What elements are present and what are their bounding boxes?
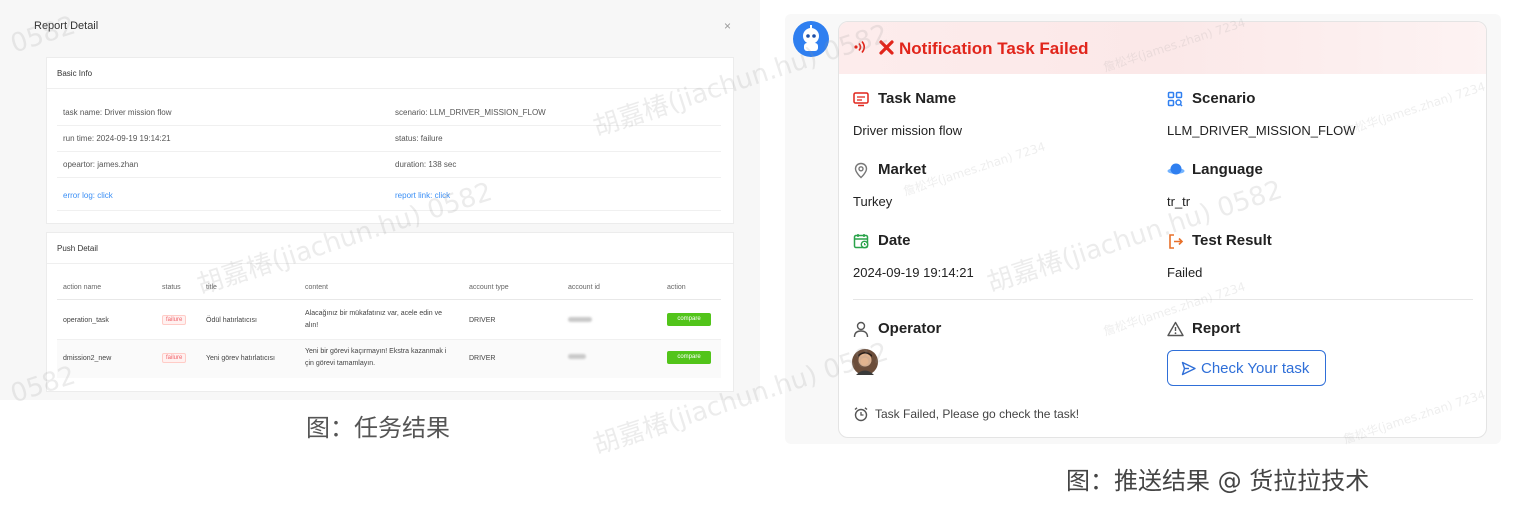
account-type-cell: DRIVER xyxy=(469,355,496,362)
task-name-label: Task Name xyxy=(878,90,957,107)
account-type-cell: DRIVER xyxy=(469,317,496,324)
compare-button[interactable]: compare xyxy=(667,313,711,326)
date-label: Date xyxy=(878,232,911,249)
left-caption: 图：任务结果 xyxy=(306,414,450,442)
operator-field: opeartor: james.zhan xyxy=(63,160,139,169)
grid-search-icon xyxy=(1167,91,1183,107)
user-icon xyxy=(853,321,869,338)
screenshot-root: Report Detail × Basic Info task name: Dr… xyxy=(0,0,1524,506)
compare-button[interactable]: compare xyxy=(667,351,711,364)
error-log-link[interactable]: error log: click xyxy=(63,191,113,200)
column-header: title xyxy=(206,284,217,291)
divider xyxy=(57,151,721,152)
market-value: Turkey xyxy=(853,194,893,209)
task-name-value: Driver mission flow xyxy=(853,123,963,138)
right-caption: 图：推送结果 @ 货拉拉技术 xyxy=(1066,467,1370,495)
scenario-label: Scenario xyxy=(1192,90,1256,107)
status-field: status: failure xyxy=(395,134,443,143)
language-value: tr_tr xyxy=(1167,194,1191,209)
divider xyxy=(57,125,721,126)
report-title: Report Detail xyxy=(34,20,99,32)
test-result-label: Test Result xyxy=(1192,232,1272,249)
section-divider xyxy=(853,299,1473,300)
action-name-cell: dmission2_new xyxy=(63,355,112,362)
scenario-field: scenario: LLM_DRIVER_MISSION_FLOW xyxy=(395,108,546,117)
robot-icon xyxy=(803,25,819,51)
send-icon xyxy=(1181,361,1196,376)
title-cell: Yeni görev hatırlatıcısı xyxy=(206,355,276,362)
notification-card: Notification Task Failed Task Name Drive… xyxy=(838,21,1487,438)
close-icon[interactable]: × xyxy=(724,19,731,33)
report-detail-panel: Report Detail × Basic Info task name: Dr… xyxy=(0,0,760,400)
content-cell-line2: çin görevi tamamlayın. xyxy=(305,360,376,367)
test-result-value: Failed xyxy=(1167,265,1203,280)
footer-message: Task Failed, Please go check the task! xyxy=(875,407,1080,421)
notification-header: Notification Task Failed xyxy=(839,22,1486,74)
push-detail-header: Push Detail xyxy=(47,233,733,264)
account-id-redacted xyxy=(568,317,592,322)
column-header: status xyxy=(162,284,181,291)
column-header: account type xyxy=(469,284,509,291)
content-cell-line2: alın! xyxy=(305,322,319,329)
duration-field: duration: 138 sec xyxy=(395,160,457,169)
status-badge: failure xyxy=(162,315,187,325)
planet-icon xyxy=(1167,163,1185,175)
account-id-redacted xyxy=(568,354,586,359)
warning-icon xyxy=(1167,321,1184,337)
status-badge: failure xyxy=(162,353,187,363)
alarm-clock-icon xyxy=(854,407,868,422)
run-time-field: run time: 2024-09-19 19:14:21 xyxy=(63,134,171,143)
push-detail-card: Push Detail action name status title con… xyxy=(46,232,734,392)
column-header: account id xyxy=(568,284,600,291)
divider xyxy=(57,210,721,211)
check-task-label: Check Your task xyxy=(1201,360,1310,377)
bot-avatar xyxy=(793,21,829,57)
column-header: action name xyxy=(63,284,102,291)
market-label: Market xyxy=(878,161,927,178)
content-cell-line1: Yeni bir görevi kaçırmayın! Ekstra kazan… xyxy=(305,348,447,355)
report-label: Report xyxy=(1192,320,1241,337)
language-label: Language xyxy=(1192,161,1263,178)
check-task-button[interactable]: Check Your task xyxy=(1167,350,1326,386)
date-value: 2024-09-19 19:14:21 xyxy=(853,265,974,280)
operator-avatar xyxy=(852,349,878,375)
broadcast-icon xyxy=(854,40,866,54)
column-header: action xyxy=(667,284,686,291)
task-name-field: task name: Driver mission flow xyxy=(63,108,172,117)
cross-mark-icon xyxy=(879,40,894,55)
title-cell: Ödül hatırlatıcısı xyxy=(206,317,257,324)
content-cell-line1: Alacağınız bir mükafatınız var, acele ed… xyxy=(305,310,442,317)
scenario-value: LLM_DRIVER_MISSION_FLOW xyxy=(1167,123,1356,138)
monitor-icon xyxy=(853,92,869,107)
location-pin-icon xyxy=(854,162,868,179)
calendar-clock-icon xyxy=(853,234,869,249)
operator-label: Operator xyxy=(878,320,942,337)
notification-title: Notification Task Failed xyxy=(899,39,1089,58)
action-name-cell: operation_task xyxy=(63,317,109,324)
column-header: content xyxy=(305,284,328,291)
logout-icon xyxy=(1169,234,1184,249)
basic-info-card: Basic Info task name: Driver mission flo… xyxy=(46,57,734,224)
divider xyxy=(57,299,721,300)
report-link[interactable]: report link: click xyxy=(395,191,450,200)
basic-info-header: Basic Info xyxy=(47,58,733,89)
divider xyxy=(57,177,721,178)
